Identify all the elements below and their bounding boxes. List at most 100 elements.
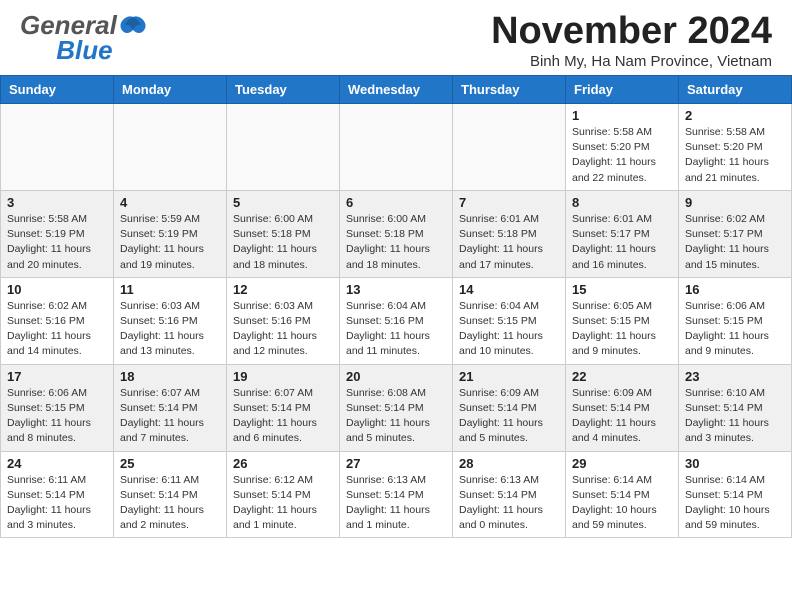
calendar-day-cell: 6 Sunrise: 6:00 AM Sunset: 5:18 PM Daylig… xyxy=(340,190,453,277)
calendar-day-cell xyxy=(453,104,566,191)
calendar-day-cell: 1Sunrise: 5:58 AM Sunset: 5:20 PM Daylig… xyxy=(566,104,679,191)
calendar-week-row: 17 Sunrise: 6:06 AM Sunset: 5:15 PM Dayli… xyxy=(1,364,792,451)
day-info: Sunrise: 6:12 AM Sunset: 5:14 PM Dayligh… xyxy=(233,473,333,534)
calendar-week-row: 1Sunrise: 5:58 AM Sunset: 5:20 PM Daylig… xyxy=(1,104,792,191)
calendar-day-cell: 14Sunrise: 6:04 AM Sunset: 5:15 PM Dayli… xyxy=(453,277,566,364)
day-info: Sunrise: 6:09 AM Sunset: 5:14 PM Dayligh… xyxy=(572,386,672,447)
day-number: 10 xyxy=(7,282,107,297)
day-number: 24 xyxy=(7,456,107,471)
day-info: Sunrise: 6:09 AM Sunset: 5:14 PM Dayligh… xyxy=(459,386,559,447)
day-info: Sunrise: 6:03 AM Sunset: 5:16 PM Dayligh… xyxy=(233,299,333,360)
day-number: 23 xyxy=(685,369,785,384)
title-block: November 2024 Binh My, Ha Nam Province, … xyxy=(491,10,772,70)
day-info: Sunrise: 6:08 AM Sunset: 5:14 PM Dayligh… xyxy=(346,386,446,447)
day-number: 3 xyxy=(7,195,107,210)
calendar-day-cell: 20 Sunrise: 6:08 AM Sunset: 5:14 PM Dayli… xyxy=(340,364,453,451)
day-info: Sunrise: 6:03 AM Sunset: 5:16 PM Dayligh… xyxy=(120,299,220,360)
day-number: 28 xyxy=(459,456,559,471)
calendar-day-cell: 30Sunrise: 6:14 AM Sunset: 5:14 PM Dayli… xyxy=(679,451,792,538)
day-info: Sunrise: 6:05 AM Sunset: 5:15 PM Dayligh… xyxy=(572,299,672,360)
day-info: Sunrise: 5:58 AM Sunset: 5:19 PM Dayligh… xyxy=(7,212,107,273)
calendar-day-cell: 28 Sunrise: 6:13 AM Sunset: 5:14 PM Dayli… xyxy=(453,451,566,538)
calendar-week-row: 24 Sunrise: 6:11 AM Sunset: 5:14 PM Dayli… xyxy=(1,451,792,538)
col-monday: Monday xyxy=(114,76,227,104)
day-info: Sunrise: 6:04 AM Sunset: 5:16 PM Dayligh… xyxy=(346,299,446,360)
day-info: Sunrise: 5:59 AM Sunset: 5:19 PM Dayligh… xyxy=(120,212,220,273)
day-info: Sunrise: 6:00 AM Sunset: 5:18 PM Dayligh… xyxy=(346,212,446,273)
day-number: 27 xyxy=(346,456,446,471)
calendar-day-cell xyxy=(114,104,227,191)
header: General Blue November 2024 Binh My, Ha N… xyxy=(0,0,792,75)
day-info: Sunrise: 6:13 AM Sunset: 5:14 PM Dayligh… xyxy=(346,473,446,534)
calendar-table: Sunday Monday Tuesday Wednesday Thursday… xyxy=(0,75,792,538)
col-friday: Friday xyxy=(566,76,679,104)
calendar-day-cell: 15 Sunrise: 6:05 AM Sunset: 5:15 PM Dayli… xyxy=(566,277,679,364)
day-info: Sunrise: 6:07 AM Sunset: 5:14 PM Dayligh… xyxy=(233,386,333,447)
day-info: Sunrise: 6:14 AM Sunset: 5:14 PM Dayligh… xyxy=(572,473,672,534)
day-info: Sunrise: 6:07 AM Sunset: 5:14 PM Dayligh… xyxy=(120,386,220,447)
day-number: 13 xyxy=(346,282,446,297)
col-wednesday: Wednesday xyxy=(340,76,453,104)
day-number: 19 xyxy=(233,369,333,384)
day-number: 17 xyxy=(7,369,107,384)
day-info: Sunrise: 6:13 AM Sunset: 5:14 PM Dayligh… xyxy=(459,473,559,534)
calendar-day-cell: 24 Sunrise: 6:11 AM Sunset: 5:14 PM Dayli… xyxy=(1,451,114,538)
day-info: Sunrise: 6:02 AM Sunset: 5:16 PM Dayligh… xyxy=(7,299,107,360)
calendar-day-cell: 2Sunrise: 5:58 AM Sunset: 5:20 PM Daylig… xyxy=(679,104,792,191)
day-info: Sunrise: 6:11 AM Sunset: 5:14 PM Dayligh… xyxy=(7,473,107,534)
day-info: Sunrise: 6:10 AM Sunset: 5:14 PM Dayligh… xyxy=(685,386,785,447)
day-number: 2 xyxy=(685,108,785,123)
calendar-day-cell: 11 Sunrise: 6:03 AM Sunset: 5:16 PM Dayli… xyxy=(114,277,227,364)
logo: General Blue xyxy=(20,10,149,66)
day-number: 4 xyxy=(120,195,220,210)
day-info: Sunrise: 6:02 AM Sunset: 5:17 PM Dayligh… xyxy=(685,212,785,273)
calendar-day-cell: 26 Sunrise: 6:12 AM Sunset: 5:14 PM Dayli… xyxy=(227,451,340,538)
calendar-day-cell: 12 Sunrise: 6:03 AM Sunset: 5:16 PM Dayli… xyxy=(227,277,340,364)
calendar-day-cell: 8 Sunrise: 6:01 AM Sunset: 5:17 PM Daylig… xyxy=(566,190,679,277)
calendar-day-cell: 22 Sunrise: 6:09 AM Sunset: 5:14 PM Dayli… xyxy=(566,364,679,451)
calendar-day-cell: 21 Sunrise: 6:09 AM Sunset: 5:14 PM Dayli… xyxy=(453,364,566,451)
day-number: 20 xyxy=(346,369,446,384)
day-number: 7 xyxy=(459,195,559,210)
day-number: 25 xyxy=(120,456,220,471)
calendar-day-cell: 27 Sunrise: 6:13 AM Sunset: 5:14 PM Dayli… xyxy=(340,451,453,538)
day-info: Sunrise: 6:14 AM Sunset: 5:14 PM Dayligh… xyxy=(685,473,785,534)
day-info: Sunrise: 6:01 AM Sunset: 5:17 PM Dayligh… xyxy=(572,212,672,273)
calendar-day-cell xyxy=(1,104,114,191)
logo-blue: Blue xyxy=(56,35,112,66)
col-sunday: Sunday xyxy=(1,76,114,104)
location: Binh My, Ha Nam Province, Vietnam xyxy=(491,53,772,70)
calendar-day-cell: 5Sunrise: 6:00 AM Sunset: 5:18 PM Daylig… xyxy=(227,190,340,277)
day-info: Sunrise: 6:11 AM Sunset: 5:14 PM Dayligh… xyxy=(120,473,220,534)
calendar-day-cell xyxy=(227,104,340,191)
day-number: 8 xyxy=(572,195,672,210)
day-number: 11 xyxy=(120,282,220,297)
calendar-day-cell: 16Sunrise: 6:06 AM Sunset: 5:15 PM Dayli… xyxy=(679,277,792,364)
day-number: 6 xyxy=(346,195,446,210)
day-number: 26 xyxy=(233,456,333,471)
calendar-week-row: 3 Sunrise: 5:58 AM Sunset: 5:19 PM Daylig… xyxy=(1,190,792,277)
calendar-day-cell: 19 Sunrise: 6:07 AM Sunset: 5:14 PM Dayli… xyxy=(227,364,340,451)
logo-bird-icon xyxy=(119,15,147,37)
calendar-day-cell: 29Sunrise: 6:14 AM Sunset: 5:14 PM Dayli… xyxy=(566,451,679,538)
calendar-day-cell xyxy=(340,104,453,191)
day-number: 5 xyxy=(233,195,333,210)
day-number: 21 xyxy=(459,369,559,384)
calendar-day-cell: 9 Sunrise: 6:02 AM Sunset: 5:17 PM Daylig… xyxy=(679,190,792,277)
calendar-day-cell: 4 Sunrise: 5:59 AM Sunset: 5:19 PM Daylig… xyxy=(114,190,227,277)
day-number: 22 xyxy=(572,369,672,384)
calendar-day-cell: 7 Sunrise: 6:01 AM Sunset: 5:18 PM Daylig… xyxy=(453,190,566,277)
calendar-day-cell: 23 Sunrise: 6:10 AM Sunset: 5:14 PM Dayli… xyxy=(679,364,792,451)
day-number: 9 xyxy=(685,195,785,210)
day-number: 1 xyxy=(572,108,672,123)
day-info: Sunrise: 6:04 AM Sunset: 5:15 PM Dayligh… xyxy=(459,299,559,360)
day-info: Sunrise: 6:01 AM Sunset: 5:18 PM Dayligh… xyxy=(459,212,559,273)
calendar-day-cell: 10 Sunrise: 6:02 AM Sunset: 5:16 PM Dayli… xyxy=(1,277,114,364)
calendar-day-cell: 17 Sunrise: 6:06 AM Sunset: 5:15 PM Dayli… xyxy=(1,364,114,451)
calendar-week-row: 10 Sunrise: 6:02 AM Sunset: 5:16 PM Dayli… xyxy=(1,277,792,364)
day-number: 15 xyxy=(572,282,672,297)
day-number: 12 xyxy=(233,282,333,297)
calendar-day-cell: 3 Sunrise: 5:58 AM Sunset: 5:19 PM Daylig… xyxy=(1,190,114,277)
day-info: Sunrise: 6:06 AM Sunset: 5:15 PM Dayligh… xyxy=(7,386,107,447)
day-info: Sunrise: 6:06 AM Sunset: 5:15 PM Dayligh… xyxy=(685,299,785,360)
